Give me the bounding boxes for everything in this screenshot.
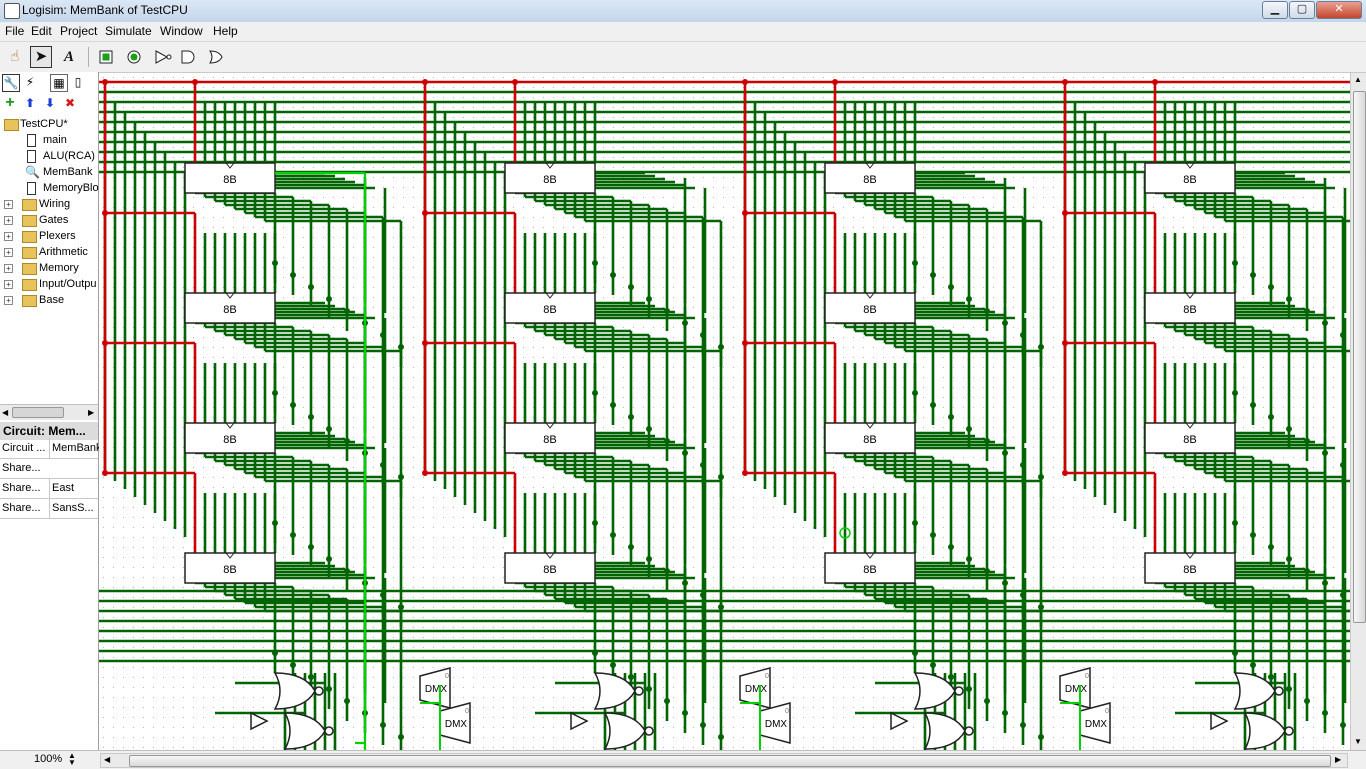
add-circuit-icon[interactable]: + [2,95,18,111]
folder-icon [22,231,37,243]
svg-text:8B: 8B [223,304,236,316]
svg-text:8B: 8B [863,304,876,316]
svg-text:0: 0 [445,673,449,680]
svg-text:8B: 8B [543,304,556,316]
svg-text:DMX: DMX [765,719,788,730]
maximize-button[interactable]: ▢ [1289,1,1315,19]
edit-layout-icon[interactable]: ▦ [50,74,68,92]
minimize-button[interactable]: ▁ [1262,1,1288,19]
svg-text:0: 0 [1105,708,1109,715]
circuit-drawing[interactable]: 8B 8B 8B 8B DMX 0 DMX 0 8B 8B 8B 8B DMX 0 DMX 0 8B 8B 8B 8B… [99,73,1350,750]
circuit-icon [27,150,36,163]
svg-text:DMX: DMX [1085,719,1108,730]
text-tool-icon[interactable]: A [58,46,80,68]
menu-file[interactable]: File [5,24,24,38]
scroll-up-icon[interactable]: ▲ [1354,75,1362,84]
toolbox-view-icon[interactable]: 🔧 [2,74,20,92]
svg-text:0: 0 [465,708,469,715]
zoom-level[interactable]: 100% [34,753,62,765]
svg-text:8B: 8B [863,174,876,186]
svg-text:8B: 8B [1183,564,1196,576]
zoom-stepper-icon[interactable]: ▲ ▼ [68,752,76,767]
close-button[interactable]: ✕ [1316,1,1362,19]
svg-text:8B: 8B [863,564,876,576]
svg-text:0: 0 [785,708,789,715]
svg-text:0: 0 [765,673,769,680]
output-pin-icon[interactable] [123,46,145,68]
hscroll-thumb[interactable] [129,755,1331,767]
folder-icon [22,247,37,259]
svg-text:DMX: DMX [1065,684,1088,695]
canvas-vertical-scrollbar[interactable]: ▲ ▼ [1350,73,1366,750]
folder-icon [22,279,37,291]
menu-bar: File Edit Project Simulate Window Help [0,22,1366,42]
svg-text:0: 0 [1085,673,1089,680]
magnifier-icon: 🔍 [25,165,40,179]
menu-project[interactable]: Project [60,24,97,38]
svg-text:8B: 8B [543,434,556,446]
attr-row-shared-font[interactable]: Share... SansS... [0,498,98,519]
simulation-tree-icon[interactable]: ⚡ [22,74,38,90]
circuit-canvas[interactable]: 8B 8B 8B 8B DMX 0 DMX 0 8B 8B 8B 8B DMX 0 DMX 0 8B 8B 8B 8B… [99,73,1350,750]
or-gate-icon[interactable] [205,46,227,68]
scroll-right-icon[interactable]: ▶ [88,408,94,417]
menu-edit[interactable]: Edit [31,24,52,38]
menu-help[interactable]: Help [213,24,238,38]
hand-poke-icon[interactable]: ☝ [4,46,26,68]
folder-icon [22,199,37,211]
folder-icon [22,215,37,227]
svg-text:8B: 8B [543,564,556,576]
scroll-left-icon[interactable]: ◀ [104,755,110,764]
folder-icon [22,263,37,275]
attr-row-shared-label[interactable]: Share... [0,458,98,479]
svg-text:DMX: DMX [445,719,468,730]
folder-icon [4,119,19,131]
circuit-icon [27,182,36,195]
circuit-icon [27,134,36,147]
folder-icon [22,295,37,307]
svg-text:DMX: DMX [425,684,448,695]
svg-text:8B: 8B [223,564,236,576]
select-arrow-icon[interactable]: ➤ [30,46,52,68]
scroll-down-icon[interactable]: ▼ [1354,737,1362,746]
scroll-left-icon[interactable]: ◀ [2,408,8,417]
scrollbar-thumb[interactable] [12,407,64,418]
svg-text:8B: 8B [223,434,236,446]
status-bar: 100% ▲ ▼ ◀ ▶ [0,750,1366,769]
vscroll-thumb[interactable] [1353,91,1366,623]
explorer-scrollbar[interactable]: ◀ ▶ [0,404,98,420]
svg-text:8B: 8B [863,434,876,446]
menu-window[interactable]: Window [160,24,203,38]
svg-text:DMX: DMX [745,684,768,695]
move-up-icon[interactable]: ⬆ [22,95,38,111]
svg-text:8B: 8B [1183,434,1196,446]
toolbar-separator [88,47,89,67]
edit-appearance-icon[interactable]: ▯ [70,74,86,90]
delete-circuit-icon[interactable]: ✖ [62,95,78,111]
svg-text:8B: 8B [1183,304,1196,316]
move-down-icon[interactable]: ⬇ [42,95,58,111]
scroll-right-icon[interactable]: ▶ [1335,755,1341,764]
window-title: Logisim: MemBank of TestCPU [22,3,188,17]
toolbar: ☝ ➤ A [0,42,1366,73]
canvas-horizontal-scrollbar[interactable]: ◀ ▶ [100,753,1348,768]
logisim-app-icon [4,3,20,19]
title-bar: Logisim: MemBank of TestCPU ▁ ▢ ✕ [0,0,1366,23]
explorer-panel: 🔧 ⚡ ▦ ▯ + ⬆ ⬇ ✖ TestCPU* main ALU(RCA) 🔍… [0,72,100,750]
svg-text:8B: 8B [223,174,236,186]
svg-text:8B: 8B [543,174,556,186]
attr-row-circuit-name[interactable]: Circuit ... MemBank [0,438,100,459]
attr-row-shared-facing[interactable]: Share... East [0,478,98,499]
input-pin-icon[interactable] [95,46,117,68]
not-gate-icon[interactable] [152,46,174,68]
menu-simulate[interactable]: Simulate [105,24,152,38]
and-gate-icon[interactable] [177,46,199,68]
svg-text:8B: 8B [1183,174,1196,186]
